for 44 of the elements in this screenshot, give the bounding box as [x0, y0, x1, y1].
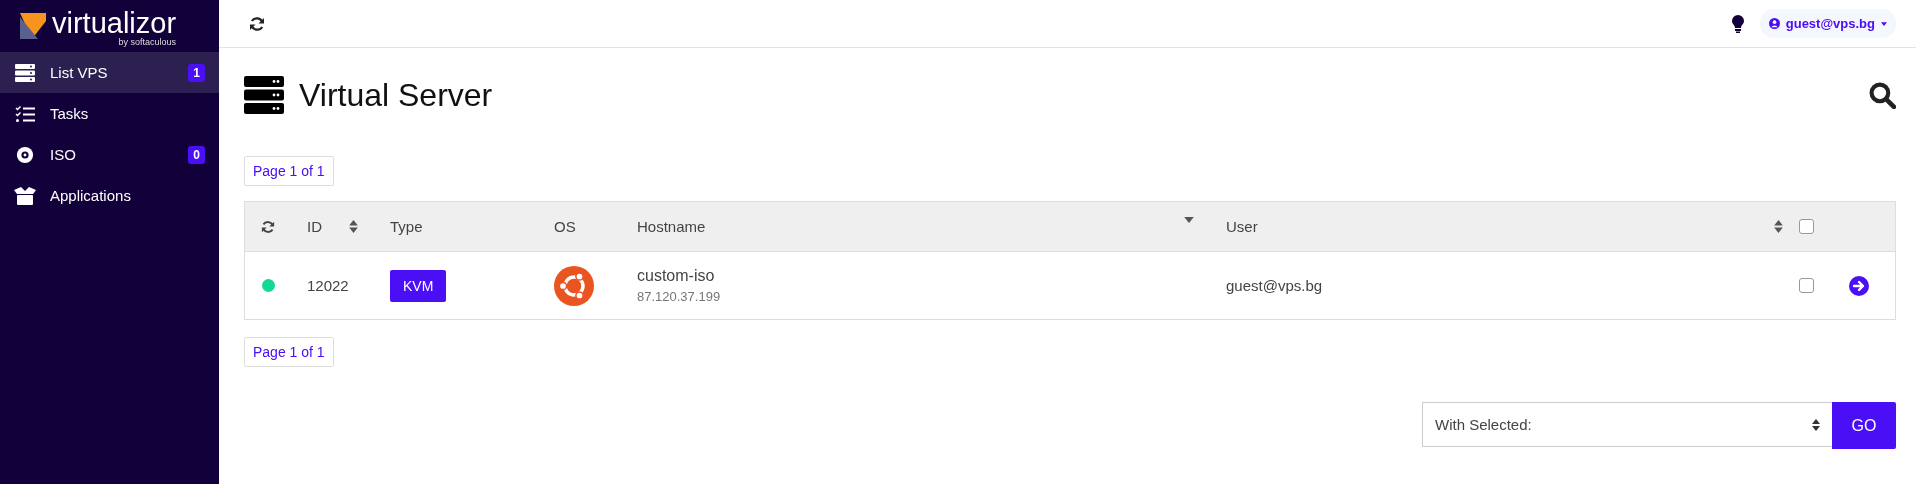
- table-cell: guest@vps.bg: [1226, 277, 1323, 294]
- sidebar-item[interactable]: ISO 0: [0, 134, 219, 175]
- sort-arrows-icon: [349, 220, 358, 233]
- ip-address: 87.120.37.199: [637, 289, 721, 304]
- row-checkbox[interactable]: [1799, 278, 1814, 293]
- updown-icon: [1812, 418, 1820, 431]
- box-icon: [14, 186, 36, 205]
- type-tag: KVM: [390, 269, 447, 302]
- arrow-right-icon[interactable]: [1849, 275, 1869, 296]
- refresh-icon[interactable]: [249, 15, 265, 32]
- table-cell: 12022: [307, 277, 349, 294]
- refresh-icon[interactable]: [261, 219, 275, 234]
- logo-icon: [18, 11, 48, 41]
- sidebar-item[interactable]: Applications: [0, 175, 219, 216]
- server-icon: [244, 76, 284, 114]
- logo-tagline: by softaculous: [118, 37, 177, 47]
- disc-icon: [14, 145, 36, 164]
- bulk-action-select[interactable]: With Selected:: [1422, 402, 1832, 447]
- hostname-text: custom-iso: [637, 267, 715, 285]
- page-title: Virtual Server: [299, 76, 493, 114]
- caret-down-icon: [1184, 217, 1194, 223]
- select-all-checkbox[interactable]: [1799, 219, 1814, 234]
- caret-icon: [1881, 21, 1887, 26]
- user-menu-button[interactable]: guest@vps.bg: [1759, 9, 1896, 38]
- sidebar-item[interactable]: List VPS 1: [0, 52, 219, 93]
- sort-arrows-icon: [1774, 220, 1783, 233]
- pagination-label[interactable]: Page 1 of 1: [244, 156, 334, 186]
- pagination-label[interactable]: Page 1 of 1: [244, 337, 334, 367]
- logo-wordmark: virtualizor: [52, 9, 177, 37]
- column-header[interactable]: OS: [538, 202, 621, 251]
- lightbulb-icon[interactable]: [1731, 14, 1744, 33]
- sidebar-item[interactable]: Tasks: [0, 93, 219, 134]
- column-header[interactable]: User: [1210, 202, 1799, 251]
- column-header[interactable]: Hostname: [621, 202, 1210, 251]
- server-icon: [14, 63, 36, 82]
- search-icon[interactable]: [1869, 81, 1896, 109]
- count-badge: 1: [188, 63, 205, 82]
- column-header[interactable]: Type: [374, 202, 538, 251]
- os-logo-icon: [554, 265, 594, 306]
- count-badge: 0: [188, 145, 205, 164]
- go-button[interactable]: GO: [1832, 402, 1896, 449]
- column-header[interactable]: ID: [291, 202, 374, 251]
- user-icon: [1768, 18, 1780, 29]
- checklist-icon: [14, 104, 36, 123]
